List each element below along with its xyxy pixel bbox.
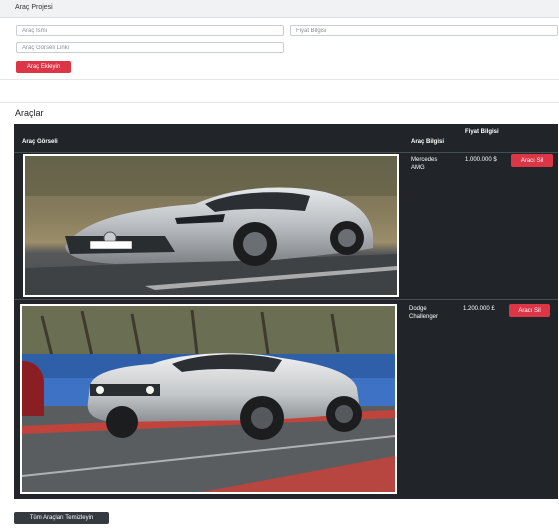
column-header-info: Araç Bilgisi (411, 139, 445, 145)
divider (0, 102, 559, 103)
clear-all-button[interactable]: Tüm Araçları Temizleyin (14, 512, 109, 524)
car-name-cell: Mercedes AMG (411, 157, 438, 171)
mercedes-photo (25, 156, 397, 295)
car-name-cell: Dodge Challenger (409, 306, 439, 320)
column-header-price: Fiyat Bilgisi (465, 129, 499, 135)
add-car-button[interactable]: Araç Ekleyin (16, 61, 71, 73)
cars-section-title: Araçlar (15, 108, 44, 118)
image-link-input[interactable] (16, 42, 284, 53)
divider (0, 79, 559, 80)
dodge-photo (22, 306, 395, 492)
car-image-mercedes (23, 154, 399, 297)
delete-car-button[interactable]: Aracı Sil (509, 304, 550, 317)
car-name-input[interactable] (16, 25, 284, 36)
cars-table: Araç Görseli Araç Bilgisi Fiyat Bilgisi (14, 124, 558, 499)
row-divider (14, 299, 558, 300)
column-header-image: Araç Görseli (22, 139, 58, 145)
delete-car-button[interactable]: Aracı Sil (511, 154, 553, 167)
page-title: Araç Projesi (15, 4, 53, 11)
header-divider (14, 152, 558, 153)
price-input[interactable] (290, 25, 558, 36)
car-image-dodge (20, 304, 397, 494)
car-price-cell: 1.200.000 £ (463, 306, 495, 312)
header-bar: Araç Projesi (0, 0, 559, 18)
car-price-cell: 1.000.000 $ (465, 157, 497, 163)
